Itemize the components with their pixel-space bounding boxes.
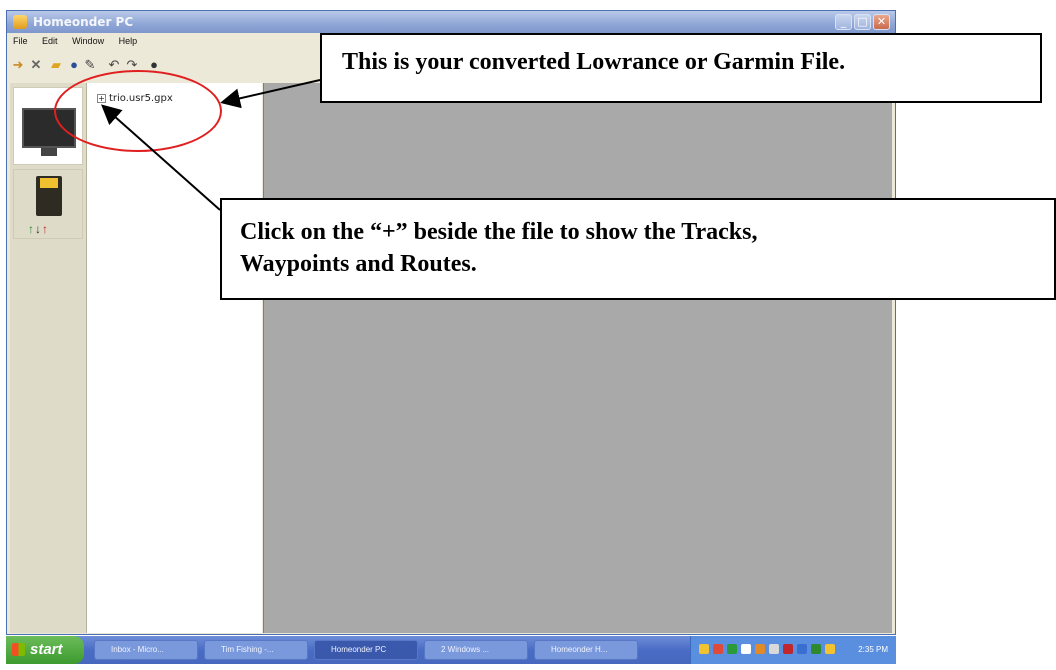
- start-button[interactable]: start: [6, 636, 84, 664]
- device-panel: ↑↓↑: [10, 83, 87, 633]
- window-titlebar[interactable]: Homeonder PC _ □ ✕: [7, 11, 895, 33]
- edit-icon[interactable]: ✎: [83, 58, 97, 72]
- folder-icon[interactable]: ▰: [49, 58, 63, 72]
- callout-file-text: This is your converted Lowrance or Garmi…: [342, 49, 846, 75]
- taskbar-item-active[interactable]: Homeonder PC: [314, 640, 418, 660]
- transfer-arrows-icon: ↑↓↑: [28, 222, 49, 236]
- system-tray: 2:35 PM: [690, 636, 896, 664]
- monitor-stand: [41, 148, 57, 156]
- taskbar-item[interactable]: Inbox - Micro...: [94, 640, 198, 660]
- import-icon[interactable]: ➜: [11, 58, 25, 72]
- tray-icon[interactable]: [783, 644, 793, 654]
- callout-expand-text-line1: Click on the “+” beside the file to show…: [240, 219, 758, 245]
- tray-icon[interactable]: [797, 644, 807, 654]
- callout-converted-file: This is your converted Lowrance or Garmi…: [320, 33, 1042, 103]
- taskbar: start Inbox - Micro... Tim Fishing -... …: [6, 636, 896, 664]
- tray-icon[interactable]: [699, 644, 709, 654]
- globe-icon[interactable]: ●: [67, 58, 81, 72]
- windows-logo-icon: [12, 643, 25, 656]
- sd-card-label: [40, 178, 58, 188]
- tray-icon[interactable]: [811, 644, 821, 654]
- minimize-button[interactable]: _: [835, 14, 852, 30]
- close-button[interactable]: ✕: [873, 14, 890, 30]
- device-sdcard-tile[interactable]: ↑↓↑: [13, 169, 83, 239]
- tray-icon[interactable]: [825, 644, 835, 654]
- file-tree: + trio.usr5.gpx: [87, 83, 262, 633]
- highlight-circle: [54, 70, 222, 152]
- app-icon: [13, 15, 27, 29]
- map-work-area[interactable]: [263, 83, 892, 633]
- tray-icon[interactable]: [755, 644, 765, 654]
- tray-icon[interactable]: [727, 644, 737, 654]
- tray-icon[interactable]: [741, 644, 751, 654]
- undo-icon[interactable]: ↶: [107, 58, 121, 72]
- tray-icon[interactable]: [713, 644, 723, 654]
- maximize-button[interactable]: □: [854, 14, 871, 30]
- menu-file[interactable]: File: [7, 33, 34, 46]
- window-title: Homeonder PC: [33, 15, 134, 29]
- callout-expand-file: Click on the “+” beside the file to show…: [220, 198, 1056, 300]
- delete-icon[interactable]: ✕: [29, 58, 43, 72]
- menu-edit[interactable]: Edit: [36, 33, 64, 46]
- taskbar-item[interactable]: Homeonder H...: [534, 640, 638, 660]
- tray-icon[interactable]: [769, 644, 779, 654]
- start-label: start: [30, 641, 63, 658]
- menu-window[interactable]: Window: [66, 33, 110, 46]
- taskbar-item[interactable]: 2 Windows ...: [424, 640, 528, 660]
- tray-clock[interactable]: 2:35 PM: [858, 645, 888, 654]
- menu-help[interactable]: Help: [113, 33, 144, 46]
- callout-expand-text-line2: Waypoints and Routes.: [240, 251, 477, 277]
- taskbar-item[interactable]: Tim Fishing -...: [204, 640, 308, 660]
